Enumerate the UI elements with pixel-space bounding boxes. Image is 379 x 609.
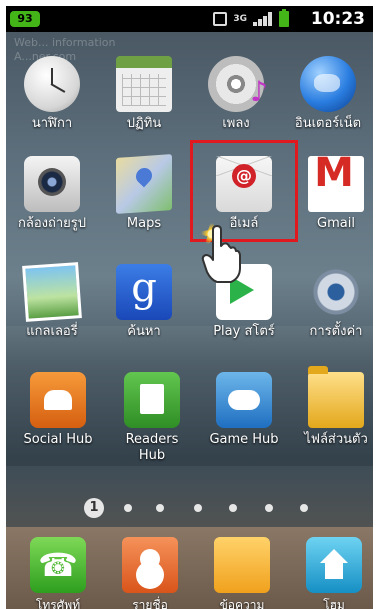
messaging-icon [214,537,270,593]
game-hub-icon [216,372,272,428]
page-dot[interactable] [156,504,164,512]
social-hub-icon [30,372,86,428]
gallery-icon [22,262,82,322]
phone-screen: 93 3G 10:23 Web... information A...ner.c… [6,6,373,609]
app-readers-hub[interactable]: Readers Hub [106,372,198,464]
signal-icon [253,12,273,26]
app-social-hub[interactable]: Social Hub [12,372,104,448]
app-label: ค้นหา [127,324,161,339]
settings-icon [308,264,364,320]
readers-hub-icon [124,372,180,428]
app-label: ปฏิทิน [126,116,162,131]
gmail-icon [308,150,364,212]
app-label: รายชื่อ [132,598,168,609]
search-icon [116,264,172,320]
app-clock[interactable]: นาฬิกา [6,56,98,132]
app-gallery[interactable]: แกลเลอรี่ [6,262,98,340]
app-internet[interactable]: อินเตอร์เน็ต [282,56,373,132]
watermark-line-1: Web... information [14,36,116,49]
app-calendar[interactable]: ปฏิทิน [98,56,190,132]
app-label: กล้องถ่ายรูป [17,216,86,231]
app-label: เพลง [222,116,250,131]
vibrate-icon [213,12,228,26]
home-icon [306,537,362,593]
pointer-hand-icon [201,225,241,283]
page-dot[interactable] [300,504,308,512]
page-dot[interactable] [194,504,202,512]
app-label: อินเตอร์เน็ต [294,116,362,131]
app-label: นาฬิกา [31,116,73,131]
dock-home[interactable]: โฮม [288,537,373,609]
clock-icon [24,56,80,112]
status-bar: 93 3G 10:23 [6,6,373,32]
notification-badge[interactable]: 93 [10,11,40,27]
app-label: โฮม [323,598,345,609]
page-dot[interactable] [124,504,132,512]
phone-icon [30,537,86,593]
app-game-hub[interactable]: Game Hub [198,372,290,448]
app-my-files[interactable]: ไฟล์ส่วนตัว [290,366,373,448]
my-files-icon [308,366,364,428]
app-label: การตั้งค่า [309,324,363,339]
calendar-icon [116,56,172,112]
app-label: Maps [126,216,162,231]
music-icon: ♪ [208,56,268,112]
page-indicator: 1 [6,498,373,518]
app-search[interactable]: ค้นหา [98,264,190,340]
status-icons: 3G [213,9,289,27]
battery-icon [279,9,289,27]
dock-phone[interactable]: โทรศัพท์ [12,537,104,609]
page-dot[interactable] [265,504,273,512]
app-label: โทรศัพท์ [35,598,81,609]
app-label: ไฟล์ส่วนตัว [304,432,368,447]
app-camera[interactable]: กล้องถ่ายรูป [6,156,98,232]
maps-icon [116,154,172,214]
contacts-icon [122,537,178,593]
app-label: Gmail [317,216,355,231]
dock-messaging[interactable]: ข้อความ [196,537,288,609]
dock-contacts[interactable]: รายชื่อ [104,537,196,609]
app-settings[interactable]: การตั้งค่า [290,264,373,340]
app-music[interactable]: ♪ เพลง [190,56,282,132]
app-label: Game Hub [209,432,279,447]
status-clock: 10:23 [310,9,365,29]
app-label: แกลเลอรี่ [26,324,78,339]
app-label: Readers Hub [125,432,179,463]
app-label: Play สโตร์ [213,324,275,339]
app-gmail[interactable]: Gmail [290,150,373,232]
app-maps[interactable]: Maps [98,154,190,232]
camera-icon [24,156,80,212]
app-label: Social Hub [23,432,93,447]
page-dot-current[interactable]: 1 [84,498,104,518]
internet-icon [300,56,356,112]
dock: โทรศัพท์ รายชื่อ ข้อความ โฮม [6,527,373,609]
app-label: ข้อความ [219,598,265,609]
network-type-icon: 3G [233,13,247,24]
page-dot[interactable] [229,504,237,512]
